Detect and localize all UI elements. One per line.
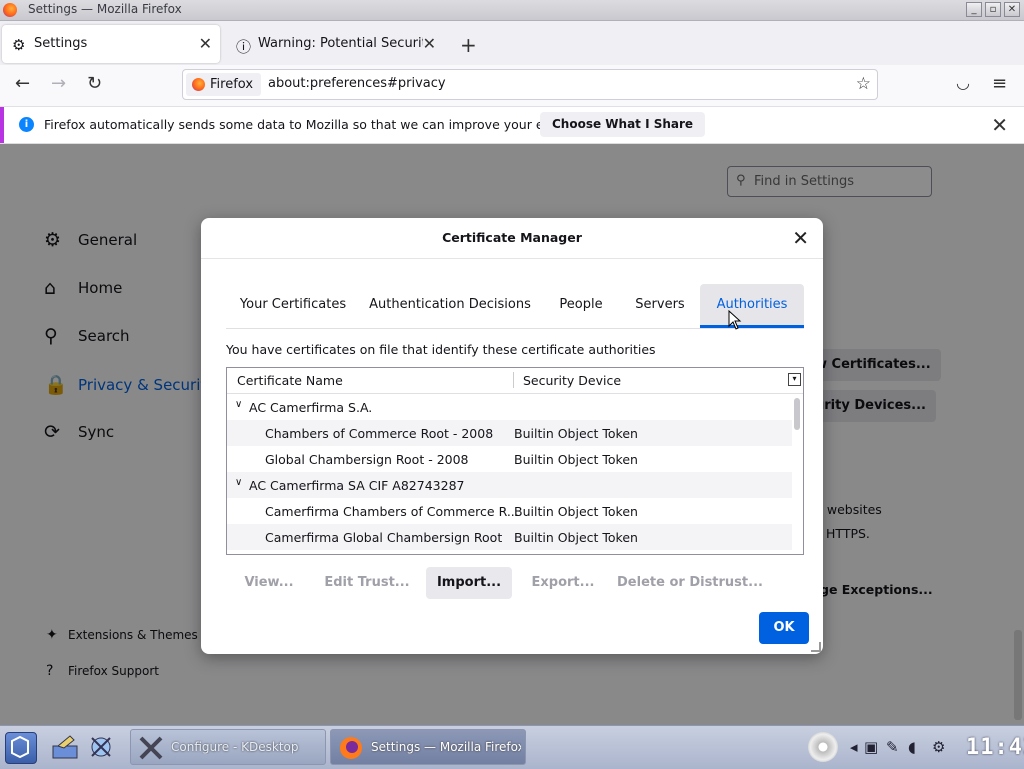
tab-authorities[interactable]: Authorities: [700, 284, 804, 328]
page-scrollbar[interactable]: [1014, 630, 1022, 720]
mouse-cursor-icon: [728, 310, 742, 330]
tab-authentication-decisions[interactable]: Authentication Decisions: [360, 284, 540, 328]
tab-settings[interactable]: ⚙ Settings ✕: [2, 25, 220, 63]
tab-strip: ⚙ Settings ✕ ⓘ Warning: Potential Securi…: [0, 21, 1024, 65]
notification-accent: [0, 107, 4, 143]
settings-tray-icon[interactable]: ⚙: [932, 738, 945, 756]
ok-button[interactable]: OK: [759, 612, 809, 644]
x-app-icon: [139, 736, 163, 760]
dialog-title: Certificate Manager: [442, 230, 582, 245]
minimize-button[interactable]: _: [966, 2, 982, 17]
identity-label: Firefox: [210, 77, 254, 92]
certificate-name: Camerfirma Global Chambersign Root: [265, 530, 503, 545]
menu-icon[interactable]: ≡: [992, 73, 1007, 94]
tab-close-icon[interactable]: ✕: [199, 34, 212, 53]
column-certificate-name[interactable]: Certificate Name: [237, 373, 343, 388]
authorities-description: You have certificates on file that ident…: [226, 342, 656, 357]
firefox-icon: [340, 737, 362, 759]
gear-icon: ⚙: [12, 36, 26, 54]
certificate-name: AC Camerfirma SA CIF A82743287: [249, 478, 465, 493]
url-bar[interactable]: Firefox about:preferences#privacy ☆: [182, 69, 878, 100]
task-label: Settings — Mozilla Firefox: [371, 740, 521, 754]
bookmark-star-icon[interactable]: ☆: [856, 74, 871, 94]
tree-row-group[interactable]: ∨ AC Camerfirma S.A.: [227, 394, 792, 420]
forward-icon[interactable]: →: [51, 73, 66, 94]
dialog-divider: [201, 258, 823, 259]
close-window-button[interactable]: ✕: [1004, 2, 1020, 17]
close-dialog-icon[interactable]: ✕: [792, 226, 809, 250]
firefox-icon: [192, 78, 205, 91]
certificate-tree[interactable]: Certificate Name Security Device ▾ ∨ AC …: [226, 367, 804, 555]
tree-body: ∨ AC Camerfirma S.A. Chambers of Commerc…: [227, 394, 792, 550]
export-button[interactable]: Export...: [523, 567, 603, 599]
security-device: Builtin Object Token: [514, 504, 638, 519]
window-title: Settings — Mozilla Firefox: [28, 2, 182, 16]
desktop-icon[interactable]: [50, 732, 80, 762]
window-titlebar: Settings — Mozilla Firefox _ ▫ ✕: [0, 0, 1024, 21]
volume-icon[interactable]: ◖: [908, 738, 916, 756]
tree-row-group[interactable]: ∨ AC Camerfirma SA CIF A82743287: [227, 472, 792, 498]
taskbar: Configure - KDesktop Settings — Mozilla …: [0, 725, 1024, 769]
pocket-icon[interactable]: ◡: [956, 73, 970, 92]
certificate-tabs: Your Certificates Authentication Decisio…: [226, 284, 804, 329]
column-picker-icon[interactable]: ▾: [788, 373, 801, 386]
tab-people[interactable]: People: [540, 284, 622, 328]
tree-row[interactable]: Camerfirma Chambers of Commerce R... Bui…: [227, 498, 792, 524]
clock[interactable]: 11:42: [966, 735, 1024, 760]
new-tab-button[interactable]: +: [460, 33, 477, 57]
notification-message: Firefox automatically sends some data to…: [44, 117, 610, 132]
edit-trust-button[interactable]: Edit Trust...: [319, 567, 415, 599]
tab-your-certificates[interactable]: Your Certificates: [226, 284, 360, 328]
delete-or-distrust-button[interactable]: Delete or Distrust...: [615, 567, 765, 599]
url-text[interactable]: about:preferences#privacy: [268, 76, 446, 91]
konqueror-icon[interactable]: [86, 732, 116, 762]
security-device: Builtin Object Token: [514, 452, 638, 467]
tab-label: Warning: Potential Security Risk: [258, 36, 423, 51]
tab-security-warning[interactable]: ⓘ Warning: Potential Security Risk ✕: [226, 25, 444, 63]
certificate-manager-dialog: Certificate Manager ✕ Your Certificates …: [201, 218, 823, 654]
start-menu-icon[interactable]: [5, 732, 37, 764]
tray-arrow-icon[interactable]: ◂: [850, 738, 858, 756]
tree-row[interactable]: Camerfirma Global Chambersign Root Built…: [227, 524, 792, 550]
back-icon[interactable]: ←: [15, 73, 30, 94]
tab-close-icon[interactable]: ✕: [423, 34, 436, 53]
reload-icon[interactable]: ↻: [87, 73, 102, 94]
notification-bar: i Firefox automatically sends some data …: [0, 107, 1024, 144]
certificate-name: Global Chambersign Root - 2008: [265, 452, 469, 467]
security-device: Builtin Object Token: [514, 426, 638, 441]
tree-header: Certificate Name Security Device ▾: [227, 368, 803, 394]
column-divider[interactable]: [513, 372, 514, 388]
column-security-device[interactable]: Security Device: [523, 373, 621, 388]
tree-row[interactable]: Chambers of Commerce Root - 2008 Builtin…: [227, 420, 792, 446]
certificate-name: AC Camerfirma S.A.: [249, 400, 373, 415]
close-notification-icon[interactable]: ✕: [991, 113, 1008, 137]
task-label: Configure - KDesktop: [171, 740, 299, 754]
import-button[interactable]: Import...: [426, 567, 512, 599]
navigation-toolbar: ← → ↻ Firefox about:preferences#privacy …: [0, 65, 1024, 107]
klipper-icon[interactable]: ▣: [864, 738, 878, 756]
identity-box[interactable]: Firefox: [186, 73, 262, 96]
view-button[interactable]: View...: [236, 567, 302, 599]
chevron-down-icon[interactable]: ∨: [235, 399, 242, 410]
certificate-name: Camerfirma Chambers of Commerce R...: [265, 504, 519, 519]
tree-row[interactable]: Global Chambersign Root - 2008 Builtin O…: [227, 446, 792, 472]
security-device: Builtin Object Token: [514, 530, 638, 545]
resize-grip[interactable]: [811, 642, 821, 652]
task-firefox[interactable]: Settings — Mozilla Firefox: [330, 729, 526, 765]
info-icon: ⓘ: [236, 38, 252, 56]
network-icon[interactable]: ✎: [886, 738, 899, 756]
maximize-button[interactable]: ▫: [985, 2, 1001, 17]
choose-what-i-share-button[interactable]: Choose What I Share: [540, 112, 706, 137]
task-configure-kdesktop[interactable]: Configure - KDesktop: [130, 729, 326, 765]
chevron-down-icon[interactable]: ∨: [235, 477, 242, 488]
tab-label: Settings: [34, 36, 88, 51]
tab-servers[interactable]: Servers: [622, 284, 698, 328]
cd-drive-icon[interactable]: [808, 732, 838, 762]
info-icon: i: [19, 117, 34, 132]
tree-scrollbar[interactable]: [794, 398, 800, 430]
firefox-logo-icon: [3, 3, 17, 17]
certificate-name: Chambers of Commerce Root - 2008: [265, 426, 494, 441]
